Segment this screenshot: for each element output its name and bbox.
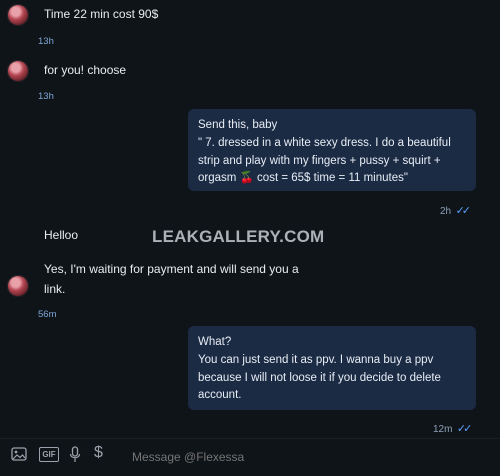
microphone-icon[interactable]	[69, 446, 81, 468]
outgoing-message-line: " 7. dressed in a white sexy dress. I do…	[198, 136, 451, 185]
message-meta: 12m ✓✓	[433, 419, 473, 437]
read-receipt-icon: ✓✓	[455, 205, 472, 217]
incoming-message-text: Yes, I'm waiting for payment and will se…	[44, 262, 299, 296]
incoming-message-text: for you! choose	[44, 63, 127, 77]
outgoing-message-line: You can just send it as ppv. I wanna buy…	[198, 353, 441, 402]
message-meta: 2h ✓✓	[440, 201, 472, 219]
outgoing-message-line: What?	[198, 336, 232, 348]
message-timestamp: 56m	[38, 309, 57, 320]
incoming-message-text: Helloo	[44, 228, 79, 242]
sender-avatar[interactable]	[7, 4, 29, 26]
image-icon[interactable]	[11, 447, 27, 466]
message-timestamp: 13h	[38, 91, 54, 102]
message-timestamp: 2h	[440, 206, 452, 217]
dollar-icon[interactable]: $	[94, 444, 103, 462]
sender-avatar[interactable]	[7, 275, 29, 297]
sender-avatar[interactable]	[7, 60, 29, 82]
gif-icon[interactable]: GIF	[39, 447, 59, 462]
read-receipt-icon: ✓✓	[456, 423, 473, 435]
outgoing-message-line: Send this, baby	[198, 119, 278, 131]
outgoing-message-bubble[interactable]: Send this, baby " 7. dressed in a white …	[188, 109, 476, 191]
message-timestamp: 12m	[433, 424, 453, 435]
watermark: LEAKGALLERY.COM	[152, 227, 325, 246]
incoming-message-text: Time 22 min cost 90$	[44, 7, 159, 21]
outgoing-message-bubble[interactable]: What? You can just send it as ppv. I wan…	[188, 326, 476, 410]
message-input[interactable]	[132, 450, 462, 464]
message-timestamp: 13h	[38, 36, 54, 47]
